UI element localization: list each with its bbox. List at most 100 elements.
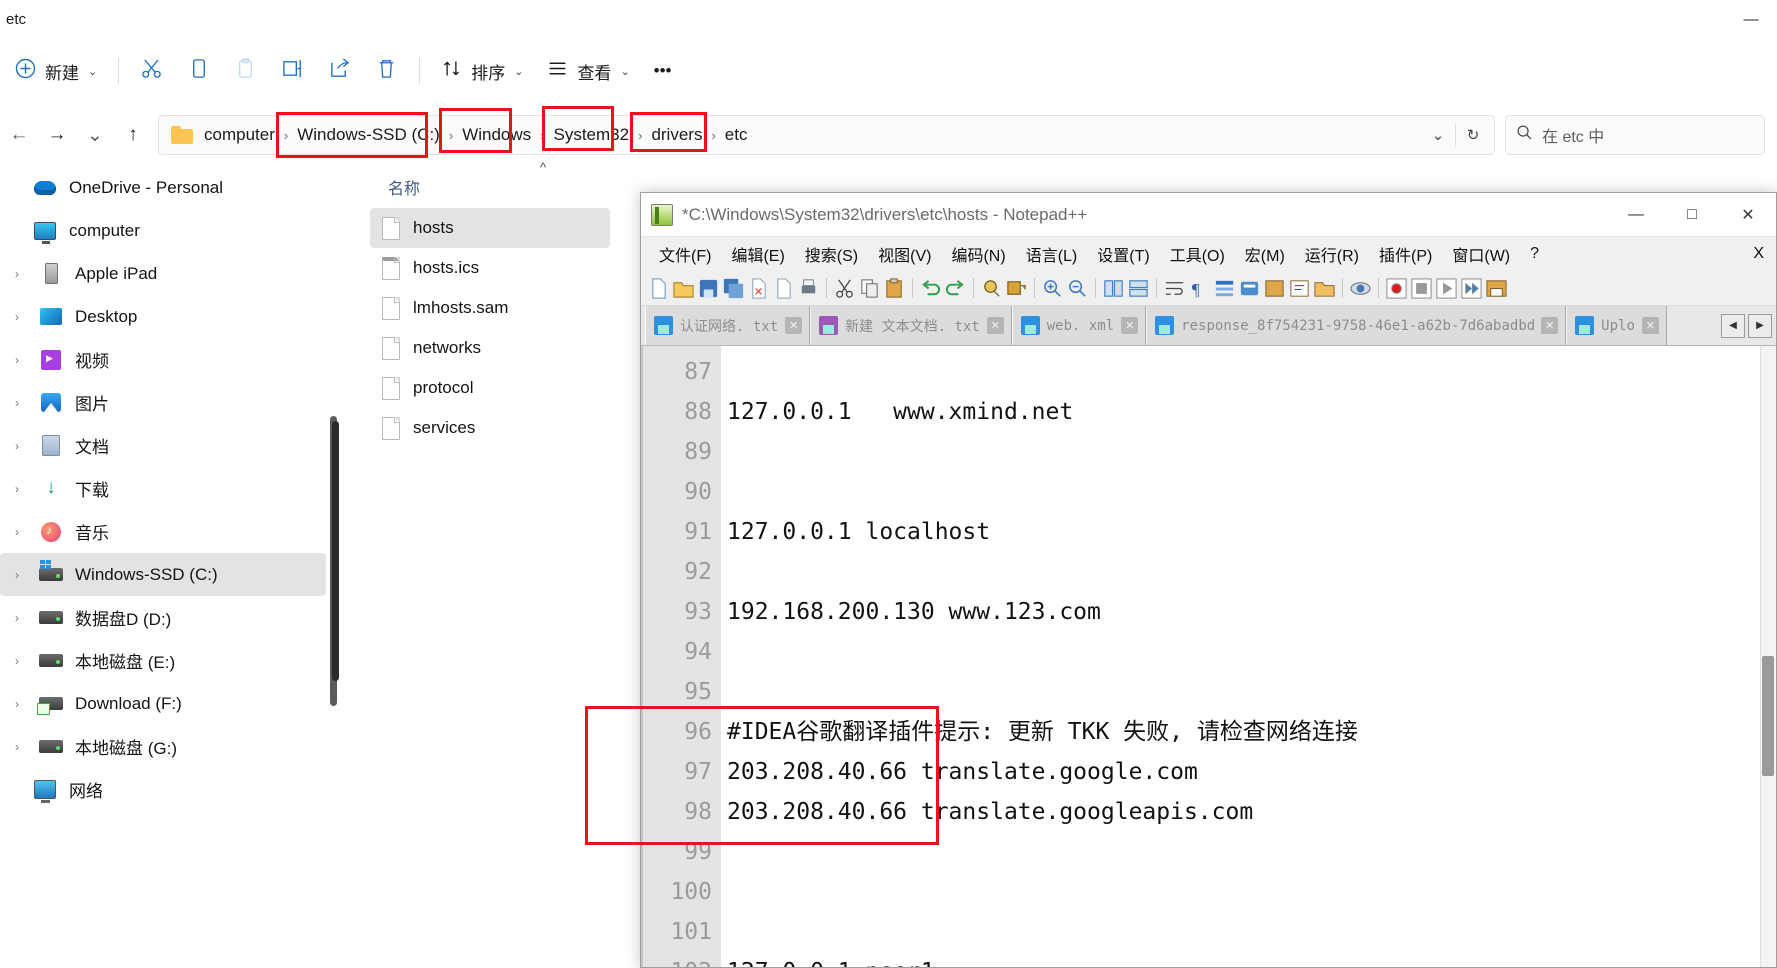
function-list-icon[interactable] bbox=[1288, 277, 1311, 300]
menu-item-p[interactable]: 插件(P) bbox=[1369, 239, 1442, 269]
expand-chevron-icon[interactable]: › bbox=[4, 525, 30, 539]
paste-button[interactable] bbox=[223, 49, 268, 93]
copy-button[interactable] bbox=[176, 49, 221, 93]
sync-vertical-icon[interactable] bbox=[1102, 277, 1125, 300]
file-list-item[interactable]: services bbox=[370, 408, 610, 448]
document-tab-close-icon[interactable]: ✕ bbox=[1541, 317, 1559, 334]
sidebar-item-computer[interactable]: computer bbox=[0, 209, 326, 252]
notepadpp-minimize-button[interactable]: — bbox=[1608, 193, 1664, 237]
back-button[interactable]: ← bbox=[0, 116, 38, 154]
document-tab[interactable]: 新建 文本文档. txt ✕ bbox=[810, 306, 1012, 345]
code-line[interactable]: 127.0.0.1 localhost bbox=[727, 512, 1776, 552]
search-input-placeholder[interactable]: 在 etc 中 bbox=[1542, 123, 1604, 147]
document-map-icon[interactable] bbox=[1263, 277, 1286, 300]
zoom-in-icon[interactable] bbox=[1041, 277, 1064, 300]
sidebar-item-download-f[interactable]: › Download (F:) bbox=[0, 682, 326, 725]
menu-item-l[interactable]: 语言(L) bbox=[1016, 239, 1088, 269]
cut-icon[interactable] bbox=[833, 277, 856, 300]
code-line[interactable] bbox=[727, 432, 1776, 472]
find-icon[interactable] bbox=[980, 277, 1003, 300]
file-list-item[interactable]: lmhosts.sam bbox=[370, 288, 610, 328]
menu-item-t[interactable]: 设置(T) bbox=[1087, 239, 1159, 269]
address-history-button[interactable]: ⌄ bbox=[1421, 117, 1455, 153]
macro-record-icon[interactable] bbox=[1385, 277, 1408, 300]
menu-item-s[interactable]: 搜索(S) bbox=[795, 239, 868, 269]
indent-guide-icon[interactable] bbox=[1213, 277, 1236, 300]
file-list-scrollbar[interactable] bbox=[332, 421, 339, 681]
sidebar-item-文档[interactable]: › 文档 bbox=[0, 424, 326, 467]
file-list-item[interactable]: hosts bbox=[370, 208, 610, 248]
expand-chevron-icon[interactable]: › bbox=[4, 697, 30, 711]
search-box[interactable]: 在 etc 中 bbox=[1505, 115, 1765, 155]
breadcrumb-item-drivers[interactable]: drivers bbox=[644, 122, 709, 148]
code-line[interactable]: 203.208.40.66 translate.google.com bbox=[727, 752, 1776, 792]
tab-scroll-right-button[interactable]: ▶ bbox=[1748, 313, 1772, 338]
document-tab-close-icon[interactable]: ✕ bbox=[785, 317, 803, 334]
print-icon[interactable] bbox=[797, 277, 820, 300]
redo-icon[interactable] bbox=[944, 277, 967, 300]
tab-scroll-left-button[interactable]: ◀ bbox=[1721, 313, 1745, 338]
close-file-icon[interactable] bbox=[747, 277, 770, 300]
collapse-caret-icon[interactable]: ^ bbox=[540, 160, 546, 175]
delete-button[interactable] bbox=[364, 49, 409, 93]
menu-item-f[interactable]: 文件(F) bbox=[649, 239, 721, 269]
sidebar-item-windows-ssd-c[interactable]: › Windows-SSD (C:) bbox=[0, 553, 326, 596]
column-header-name[interactable]: 名称 bbox=[370, 175, 420, 199]
code-line[interactable]: 127.0.0.1 www.xmind.net bbox=[727, 392, 1776, 432]
user-language-icon[interactable] bbox=[1238, 277, 1261, 300]
sidebar-item-网络[interactable]: 网络 bbox=[0, 768, 326, 811]
expand-chevron-icon[interactable]: › bbox=[4, 310, 30, 324]
editor-vertical-scrollbar[interactable] bbox=[1762, 656, 1774, 776]
share-button[interactable] bbox=[317, 49, 362, 93]
save-all-icon[interactable] bbox=[722, 277, 745, 300]
word-wrap-icon[interactable] bbox=[1163, 277, 1186, 300]
macro-playmulti-icon[interactable] bbox=[1460, 277, 1483, 300]
code-line[interactable] bbox=[727, 352, 1776, 392]
file-list-item[interactable]: protocol bbox=[370, 368, 610, 408]
sidebar-item-本地磁盘-g[interactable]: › 本地磁盘 (G:) bbox=[0, 725, 326, 768]
expand-chevron-icon[interactable]: › bbox=[4, 396, 30, 410]
code-line[interactable]: 127.0.0.1 peer1 bbox=[727, 952, 1776, 967]
menu-item-v[interactable]: 视图(V) bbox=[868, 239, 941, 269]
menu-item-m[interactable]: 宏(M) bbox=[1235, 239, 1295, 269]
code-line[interactable] bbox=[727, 872, 1776, 912]
menu-item-?[interactable]: ? bbox=[1520, 242, 1549, 266]
up-button[interactable]: ↑ bbox=[114, 116, 152, 154]
recent-locations-button[interactable]: ⌄ bbox=[76, 116, 114, 154]
view-button[interactable]: 查看 ⌄ bbox=[536, 49, 640, 93]
notepadpp-editor[interactable]: 8788899091929394959697989910010110210310… bbox=[641, 346, 1776, 967]
editor-scroll-track[interactable] bbox=[1760, 346, 1776, 967]
code-line[interactable] bbox=[727, 632, 1776, 672]
sidebar-item-desktop[interactable]: › Desktop bbox=[0, 295, 326, 338]
document-tab-close-icon[interactable]: ✕ bbox=[1641, 317, 1659, 334]
notepadpp-maximize-button[interactable]: □ bbox=[1664, 193, 1720, 237]
address-bar[interactable]: computer › Windows-SSD (C:) › Windows › System… bbox=[158, 115, 1495, 155]
more-options-button[interactable]: ••• bbox=[643, 49, 683, 93]
file-list-item[interactable]: networks bbox=[370, 328, 610, 368]
sync-horizontal-icon[interactable] bbox=[1127, 277, 1150, 300]
breadcrumb-item-windows[interactable]: Windows bbox=[455, 122, 538, 148]
macro-stop-icon[interactable] bbox=[1410, 277, 1433, 300]
sidebar-item-下载[interactable]: › ↓ 下载 bbox=[0, 467, 326, 510]
sort-button[interactable]: 排序 ⌄ bbox=[430, 49, 534, 93]
monitor-icon[interactable] bbox=[1349, 277, 1372, 300]
menu-item-o[interactable]: 工具(O) bbox=[1160, 239, 1235, 269]
code-line[interactable]: 192.168.200.130 www.123.com bbox=[727, 592, 1776, 632]
sidebar-item-视频[interactable]: › 视频 bbox=[0, 338, 326, 381]
menu-item-w[interactable]: 窗口(W) bbox=[1442, 239, 1520, 269]
expand-chevron-icon[interactable]: › bbox=[4, 611, 30, 625]
sidebar-item-onedrive-personal[interactable]: OneDrive - Personal bbox=[0, 166, 326, 209]
breadcrumb-item-system32[interactable]: System32 bbox=[547, 122, 637, 148]
show-all-chars-icon[interactable]: ¶ bbox=[1188, 277, 1211, 300]
sidebar-item-数据盘d-d[interactable]: › 数据盘D (D:) bbox=[0, 596, 326, 639]
menu-item-e[interactable]: 编辑(E) bbox=[721, 239, 794, 269]
code-line[interactable] bbox=[727, 552, 1776, 592]
expand-chevron-icon[interactable]: › bbox=[4, 439, 30, 453]
undo-icon[interactable] bbox=[919, 277, 942, 300]
document-tab-close-icon[interactable]: ✕ bbox=[1121, 317, 1139, 334]
breadcrumb-item-etc[interactable]: etc bbox=[718, 122, 755, 148]
breadcrumb-item-computer[interactable]: computer bbox=[197, 122, 282, 148]
expand-chevron-icon[interactable]: › bbox=[4, 568, 30, 582]
sidebar-item-本地磁盘-e[interactable]: › 本地磁盘 (E:) bbox=[0, 639, 326, 682]
save-icon[interactable] bbox=[697, 277, 720, 300]
